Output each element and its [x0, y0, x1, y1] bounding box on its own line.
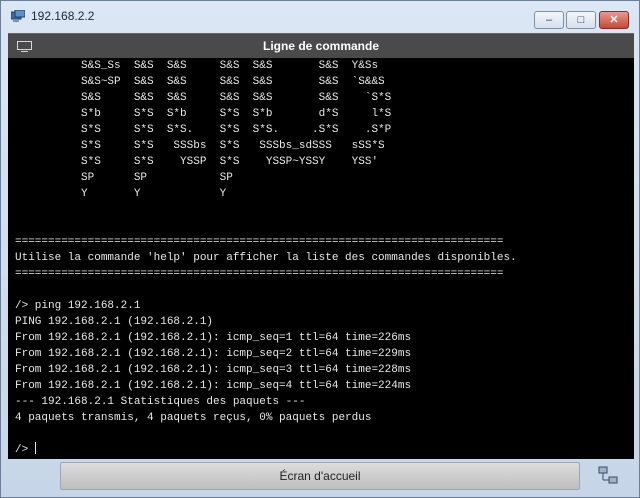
console-prompt: />	[15, 444, 35, 456]
text-cursor[interactable]	[34, 442, 36, 454]
console-line: Y Y Y	[81, 188, 227, 200]
console-line: Utilise la commande 'help' pour afficher…	[15, 252, 517, 264]
app-window: 192.168.2.2 – □ ✕ Ligne de commande S&S_…	[0, 0, 640, 498]
console-line: From 192.168.2.1 (192.168.2.1): icmp_seq…	[15, 348, 412, 360]
network-app-icon	[11, 10, 25, 22]
console-output: S&S_Ss S&S S&S S&S S&S S&S Y&Ss S&S~SP S…	[15, 58, 517, 458]
console-line: /> ping 192.168.2.1	[15, 300, 141, 312]
maximize-button[interactable]: □	[566, 11, 596, 29]
console-line: From 192.168.2.1 (192.168.2.1): icmp_seq…	[15, 364, 412, 376]
panel-header: Ligne de commande	[8, 33, 634, 59]
console-line: ========================================…	[15, 268, 504, 280]
panel-title: Ligne de commande	[262, 39, 380, 53]
console-line: --- 192.168.2.1 Statistiques des paquets…	[15, 396, 306, 408]
console-line: From 192.168.2.1 (192.168.2.1): icmp_seq…	[15, 380, 412, 392]
minimize-button[interactable]: –	[534, 11, 564, 29]
console-line: S*S S*S SSSbs S*S SSSbs_sdSSS sSS*S	[81, 140, 385, 152]
console-line: S*S S*S YSSP S*S YSSP~YSSY YSS'	[81, 156, 379, 168]
console-line: From 192.168.2.1 (192.168.2.1): icmp_seq…	[15, 332, 412, 344]
console-line: S*b S*S S*b S*S S*b d*S l*S	[81, 108, 392, 120]
console-line: S&S~SP S&S S&S S&S S&S S&S `S&&S	[81, 76, 385, 88]
window-title: 192.168.2.2	[31, 9, 95, 23]
console-line: S&S S&S S&S S&S S&S S&S `S*S	[81, 92, 392, 104]
console-line: S*S S*S S*S. S*S S*S. .S*S .S*P	[81, 124, 392, 136]
title-bar[interactable]: 192.168.2.2 – □ ✕	[1, 1, 639, 31]
console-line: SP SP SP	[81, 172, 233, 184]
console-line: 4 paquets transmis, 4 paquets reçus, 0% …	[15, 412, 372, 424]
close-button[interactable]: ✕	[599, 11, 629, 29]
console-line: ========================================…	[15, 236, 504, 248]
command-console[interactable]: S&S_Ss S&S S&S S&S S&S S&S Y&Ss S&S~SP S…	[8, 58, 634, 459]
console-history: S&S_Ss S&S S&S S&S S&S S&S Y&Ss S&S~SP S…	[15, 60, 517, 424]
console-line: PING 192.168.2.1 (192.168.2.1)	[15, 316, 214, 328]
console-line: S&S_Ss S&S S&S S&S S&S S&S Y&Ss	[81, 60, 379, 72]
home-screen-button[interactable]: Écran d'accueil	[60, 462, 580, 490]
footer-bar: Écran d'accueil	[8, 459, 634, 494]
network-topology-icon[interactable]	[598, 466, 618, 486]
